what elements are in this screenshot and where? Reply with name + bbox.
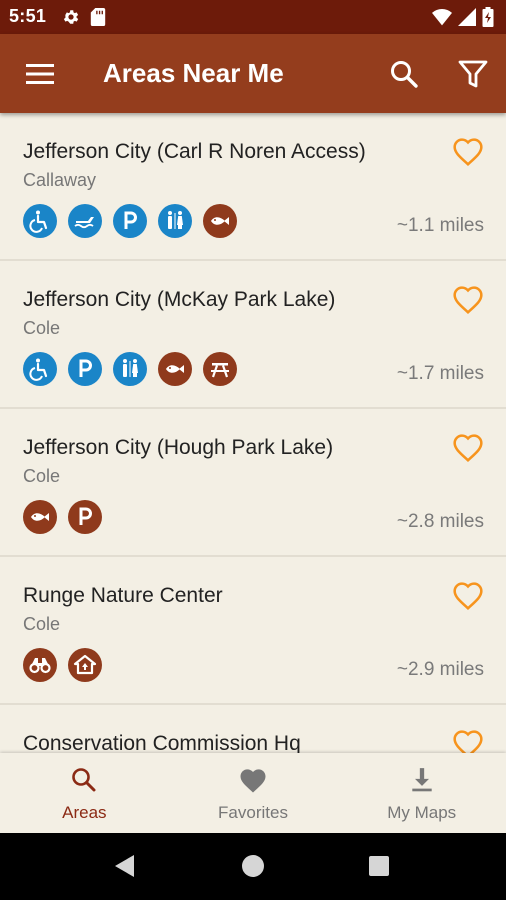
restroom-icon: [158, 204, 192, 238]
wheelchair-accessible-icon: [23, 204, 57, 238]
area-county: Cole: [23, 614, 61, 634]
nav-label-favorites: Favorites: [218, 803, 288, 822]
favorite-heart-icon[interactable]: [452, 581, 484, 613]
amenity-list: [23, 648, 102, 682]
filter-icon[interactable]: [456, 57, 490, 91]
area-distance: ~1.1 miles: [396, 215, 484, 236]
favorite-heart-icon[interactable]: [452, 433, 484, 465]
search-icon[interactable]: [388, 58, 422, 92]
area-card[interactable]: Jefferson City (Hough Park Lake) Cole ~2…: [0, 409, 506, 557]
area-name: Jefferson City (McKay Park Lake): [23, 288, 336, 311]
favorite-heart-icon[interactable]: [452, 137, 484, 169]
area-distance: ~1.7 miles: [396, 363, 484, 384]
parking-icon: [68, 352, 102, 386]
picnic-table-icon: [203, 352, 237, 386]
favorite-heart-icon[interactable]: [452, 729, 484, 753]
nav-label-my-maps: My Maps: [387, 803, 457, 822]
fishing-icon: [158, 352, 192, 386]
wheelchair-accessible-icon: [23, 352, 57, 386]
area-card[interactable]: Conservation Commission Hq: [0, 705, 506, 753]
area-list: Jefferson City (Carl R Noren Access) Cal…: [0, 113, 506, 753]
home-icon[interactable]: [242, 855, 264, 877]
area-card[interactable]: Runge Nature Center Cole ~2.9 miles: [0, 557, 506, 705]
area-distance: ~2.8 miles: [396, 511, 484, 532]
binoculars-icon: [23, 648, 57, 682]
app-bar: Areas Near Me: [0, 34, 506, 113]
fishing-icon: [23, 500, 57, 534]
area-county: Cole: [23, 466, 61, 486]
recents-icon[interactable]: [369, 856, 389, 876]
restroom-icon: [113, 352, 147, 386]
area-card[interactable]: Jefferson City (McKay Park Lake) Cole ~1…: [0, 261, 506, 409]
area-name: Jefferson City (Carl R Noren Access): [23, 140, 366, 163]
nav-tab-areas[interactable]: Areas: [0, 753, 169, 833]
settings-gear-icon: [63, 10, 79, 24]
fishing-icon: [203, 204, 237, 238]
search-icon: [72, 768, 96, 792]
area-card[interactable]: Jefferson City (Carl R Noren Access) Cal…: [0, 113, 506, 261]
menu-icon[interactable]: [24, 60, 56, 88]
nav-tab-my-maps[interactable]: My Maps: [337, 753, 506, 833]
sd-card-icon: [90, 8, 106, 26]
status-bar: 5:51: [0, 0, 506, 34]
wifi-icon: [432, 9, 452, 26]
signal-icon: [458, 8, 476, 26]
amenity-list: [23, 204, 237, 238]
page-title: Areas Near Me: [103, 58, 284, 88]
parking-icon: [68, 500, 102, 534]
bottom-nav: Areas Favorites My Maps: [0, 753, 506, 833]
area-name: Runge Nature Center: [23, 584, 223, 607]
parking-icon: [113, 204, 147, 238]
download-icon: [411, 768, 432, 792]
area-county: Callaway: [23, 170, 97, 190]
area-county: Cole: [23, 318, 61, 338]
nature-center-icon: [68, 648, 102, 682]
heart-icon: [240, 769, 266, 793]
area-name: Conservation Commission Hq: [23, 732, 301, 753]
status-time: 5:51: [9, 6, 47, 26]
boat-ramp-icon: [68, 204, 102, 238]
nav-label-areas: Areas: [62, 803, 107, 822]
favorite-heart-icon[interactable]: [452, 285, 484, 317]
amenity-list: [23, 352, 237, 386]
back-icon[interactable]: [114, 854, 136, 878]
area-distance: ~2.9 miles: [396, 659, 484, 680]
amenity-list: [23, 500, 102, 534]
system-nav-bar: [0, 833, 506, 900]
area-name: Jefferson City (Hough Park Lake): [23, 436, 334, 459]
battery-icon: [482, 7, 494, 27]
nav-tab-favorites[interactable]: Favorites: [169, 753, 338, 833]
